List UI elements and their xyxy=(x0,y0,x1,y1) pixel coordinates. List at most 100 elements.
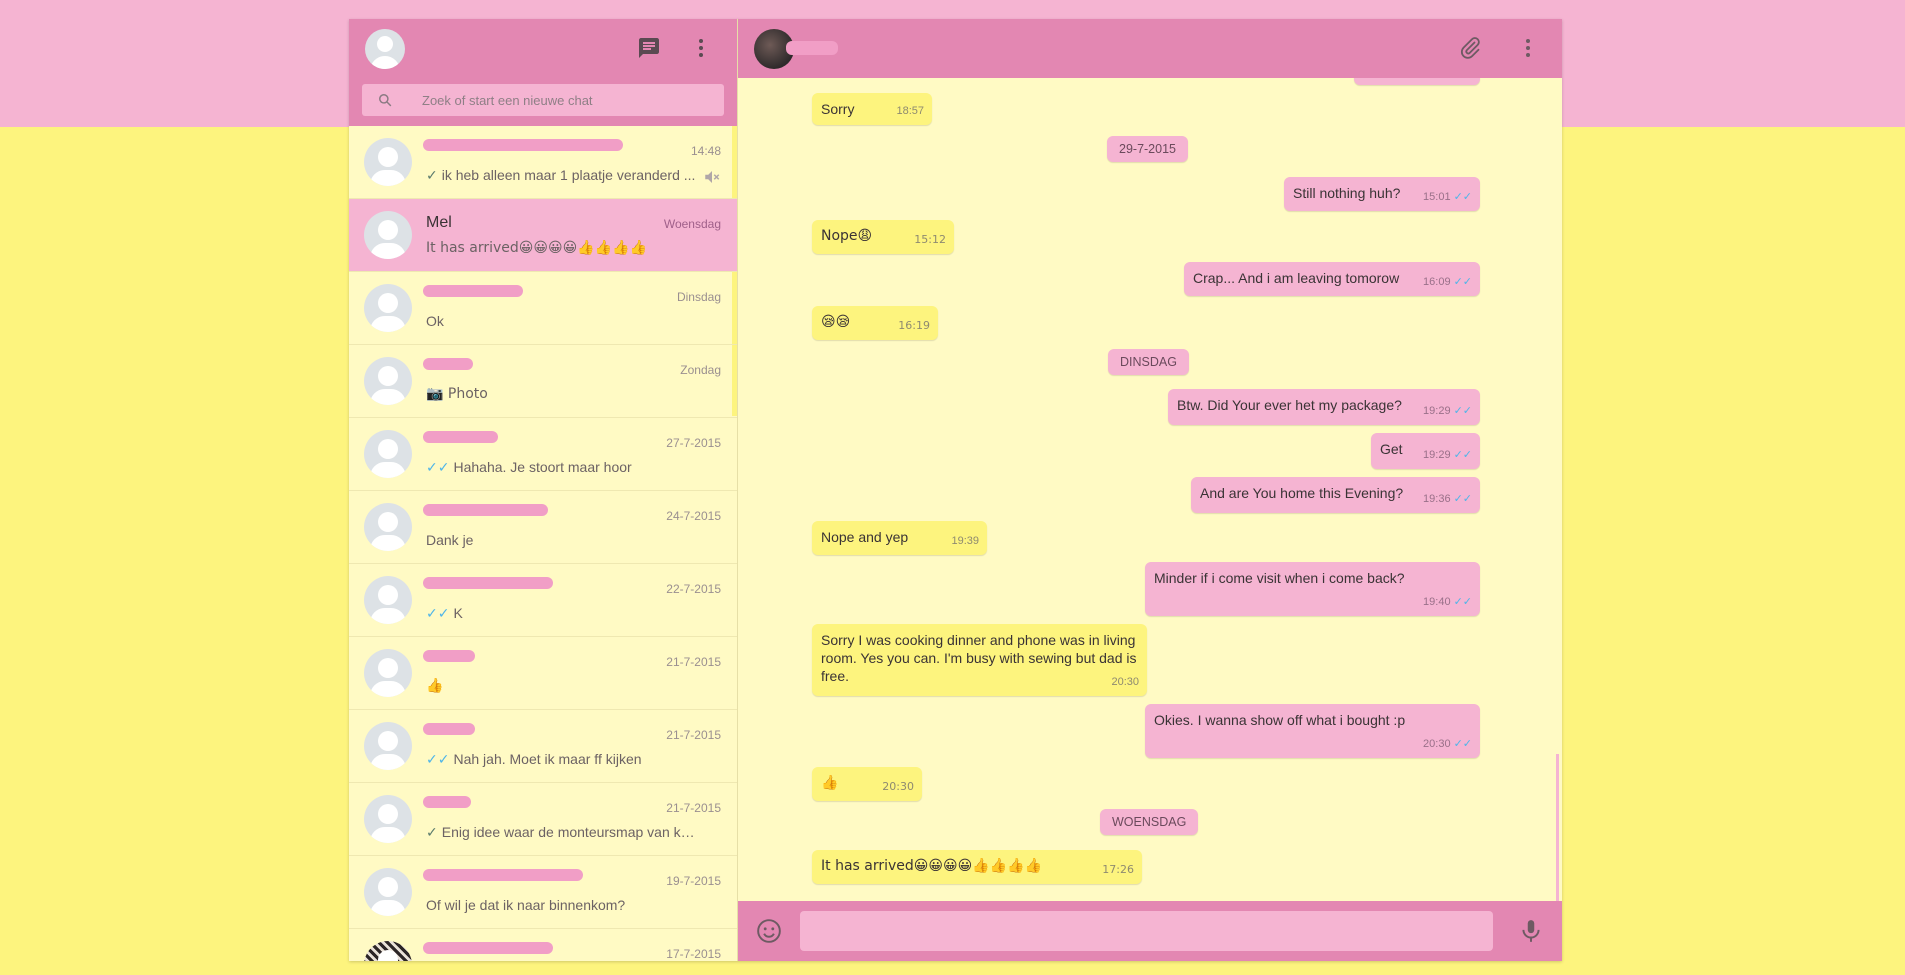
message-bubble-incoming: Sorry I was cooking dinner and phone was… xyxy=(812,624,1147,696)
single-check-icon: ✓ xyxy=(426,824,438,840)
message-text: Sorry xyxy=(821,101,855,117)
redacted-name xyxy=(423,139,623,151)
chat-time: Zondag xyxy=(680,363,721,377)
message-area[interactable]: Sorry 18:57 29-7-2015 Still nothing huh?… xyxy=(738,78,1562,901)
chat-list: 14:48 ✓ ik heb alleen maar 1 plaatje vera… xyxy=(349,126,737,961)
chat-preview: It has arrived😀😀😀😀👍👍👍👍 xyxy=(426,240,647,256)
chat-item[interactable]: Zondag 📷 Photo xyxy=(349,345,737,418)
chat-time: 22-7-2015 xyxy=(666,582,721,596)
message-text: Still nothing huh? xyxy=(1293,185,1401,201)
chat-preview-text: Hahaha. Je stoort maar hoor xyxy=(453,459,632,475)
chat-list-pane: 14:48 ✓ik heb alleen maar 1 plaatje vera… xyxy=(349,19,738,961)
message-time-text: 19:29 xyxy=(1423,405,1451,417)
message-text: 😪😪 xyxy=(821,314,851,330)
double-check-icon: ✓✓ xyxy=(1453,449,1472,461)
chat-item[interactable]: 22-7-2015 ✓✓ K xyxy=(349,564,737,637)
search-input[interactable] xyxy=(420,91,724,109)
chat-item[interactable]: 14:48 ✓ ik heb alleen maar 1 plaatje vera… xyxy=(349,126,737,199)
chat-time: 21-7-2015 xyxy=(666,801,721,815)
message-bubble-incoming: It has arrived😀😀😀😀👍👍👍👍 17:26 xyxy=(812,850,1142,884)
message-text: Get xyxy=(1380,441,1403,457)
chat-item-mel[interactable]: Mel Woensdag It has arrived😀😀😀😀👍👍👍👍 xyxy=(349,199,737,272)
chat-preview: Ok xyxy=(426,313,444,329)
chat-time: 21-7-2015 xyxy=(666,655,721,669)
my-avatar[interactable] xyxy=(365,29,405,69)
chat-item[interactable]: 24-7-2015 Dank je xyxy=(349,491,737,564)
message-time-text: 16:09 xyxy=(1423,276,1451,288)
paperclip-icon[interactable] xyxy=(1458,36,1482,60)
message-time: 15:12 xyxy=(914,233,946,246)
message-bubble-outgoing: Crap... And i am leaving tomorow 16:09 ✓✓ xyxy=(1184,262,1480,296)
message-time: 19:29 ✓✓ xyxy=(1423,402,1472,420)
avatar xyxy=(364,649,412,697)
double-check-icon: ✓✓ xyxy=(1453,493,1472,505)
redacted-name xyxy=(423,723,475,735)
conversation-pane: Sorry 18:57 29-7-2015 Still nothing huh?… xyxy=(738,19,1562,961)
chat-preview-text: Enig idee waar de monteursmap van kog... xyxy=(441,824,699,840)
chat-item[interactable]: 27-7-2015 ✓✓ Hahaha. Je stoort maar hoor xyxy=(349,418,737,491)
chat-preview: ✓ ik heb alleen maar 1 plaatje veranderd … xyxy=(426,167,699,184)
muted-speaker-icon xyxy=(705,171,720,183)
date-divider: WOENSDAG xyxy=(1100,809,1199,835)
chat-time: Woensdag xyxy=(663,217,721,231)
message-time: 20:30 xyxy=(882,780,914,793)
message-bubble-outgoing: Btw. Did Your ever het my package? 19:29… xyxy=(1168,389,1480,425)
chat-item[interactable]: 21-7-2015 👍 xyxy=(349,637,737,710)
chat-preview: 👍 xyxy=(426,678,444,694)
avatar xyxy=(364,284,412,332)
redacted-contact-name xyxy=(786,41,838,55)
message-time-text: 15:01 xyxy=(1423,191,1451,203)
chat-item[interactable]: 21-7-2015 ✓ Enig idee waar de monteursmap… xyxy=(349,783,737,856)
message-time: 17:26 xyxy=(1102,863,1134,876)
redacted-name xyxy=(423,285,523,297)
message-text: It has arrived😀😀😀😀👍👍👍👍 xyxy=(821,858,1042,874)
double-check-icon: ✓✓ xyxy=(1453,276,1472,288)
redacted-name xyxy=(423,577,553,589)
message-time: 18:57 xyxy=(896,105,924,117)
message-time-text: 20:30 xyxy=(1423,738,1451,750)
message-input[interactable] xyxy=(800,911,1493,951)
chat-item[interactable]: 17-7-2015 xyxy=(349,929,737,961)
message-composer xyxy=(738,901,1562,961)
message-time: 19:36 ✓✓ xyxy=(1423,490,1472,508)
message-bubble-outgoing: Still nothing huh? 15:01 ✓✓ xyxy=(1284,177,1480,211)
chat-preview: ✓ Enig idee waar de monteursmap van kog..… xyxy=(426,824,699,841)
message-time: 19:40 ✓✓ xyxy=(1423,593,1472,611)
redacted-name xyxy=(423,431,498,443)
chat-preview: ✓✓ Nah jah. Moet ik maar ff kijken xyxy=(426,751,699,768)
message-text: Okies. I wanna show off what i bought :p xyxy=(1154,712,1406,728)
chat-time: 19-7-2015 xyxy=(666,874,721,888)
double-check-icon: ✓✓ xyxy=(1453,405,1472,417)
more-vertical-icon[interactable] xyxy=(689,36,713,60)
date-divider: DINSDAG xyxy=(1108,349,1189,375)
chat-item[interactable]: 19-7-2015 Of wil je dat ik naar binnenko… xyxy=(349,856,737,929)
chat-time: Dinsdag xyxy=(676,290,721,304)
avatar xyxy=(364,503,412,551)
message-scrollbar[interactable] xyxy=(1556,754,1559,901)
double-check-icon: ✓✓ xyxy=(426,605,450,621)
message-bubble-incoming: Nope😩 15:12 xyxy=(812,220,954,254)
message-time: 19:39 xyxy=(951,535,979,547)
redacted-name xyxy=(423,358,473,370)
more-vertical-icon[interactable] xyxy=(1516,36,1540,60)
chat-preview-text: ik heb alleen maar 1 plaatje veranderd .… xyxy=(441,167,696,183)
chat-item[interactable]: Dinsdag Ok xyxy=(349,272,737,345)
message-bubble-outgoing: Minder if i come visit when i come back?… xyxy=(1145,562,1480,616)
chat-icon[interactable] xyxy=(637,36,661,60)
chat-preview: ✓✓ Hahaha. Je stoort maar hoor xyxy=(426,459,699,476)
chat-item[interactable]: 21-7-2015 ✓✓ Nah jah. Moet ik maar ff kij… xyxy=(349,710,737,783)
message-bubble-incoming: 😪😪 16:19 xyxy=(812,306,938,340)
double-check-icon: ✓✓ xyxy=(1453,738,1472,750)
redacted-name xyxy=(423,796,471,808)
message-time: 20:30 ✓✓ xyxy=(1423,735,1472,753)
search-box[interactable] xyxy=(362,84,724,116)
microphone-icon[interactable] xyxy=(1518,918,1544,944)
message-bubble-incoming: Sorry 18:57 xyxy=(812,93,932,125)
smiley-icon[interactable] xyxy=(756,918,782,944)
message-time: 20:30 xyxy=(1111,676,1139,688)
redacted-name xyxy=(423,942,553,954)
chat-preview: Of wil je dat ik naar binnenkom? xyxy=(426,897,626,913)
avatar xyxy=(364,430,412,478)
conversation-header xyxy=(738,19,1562,78)
message-text: And are You home this Evening? xyxy=(1200,485,1404,501)
